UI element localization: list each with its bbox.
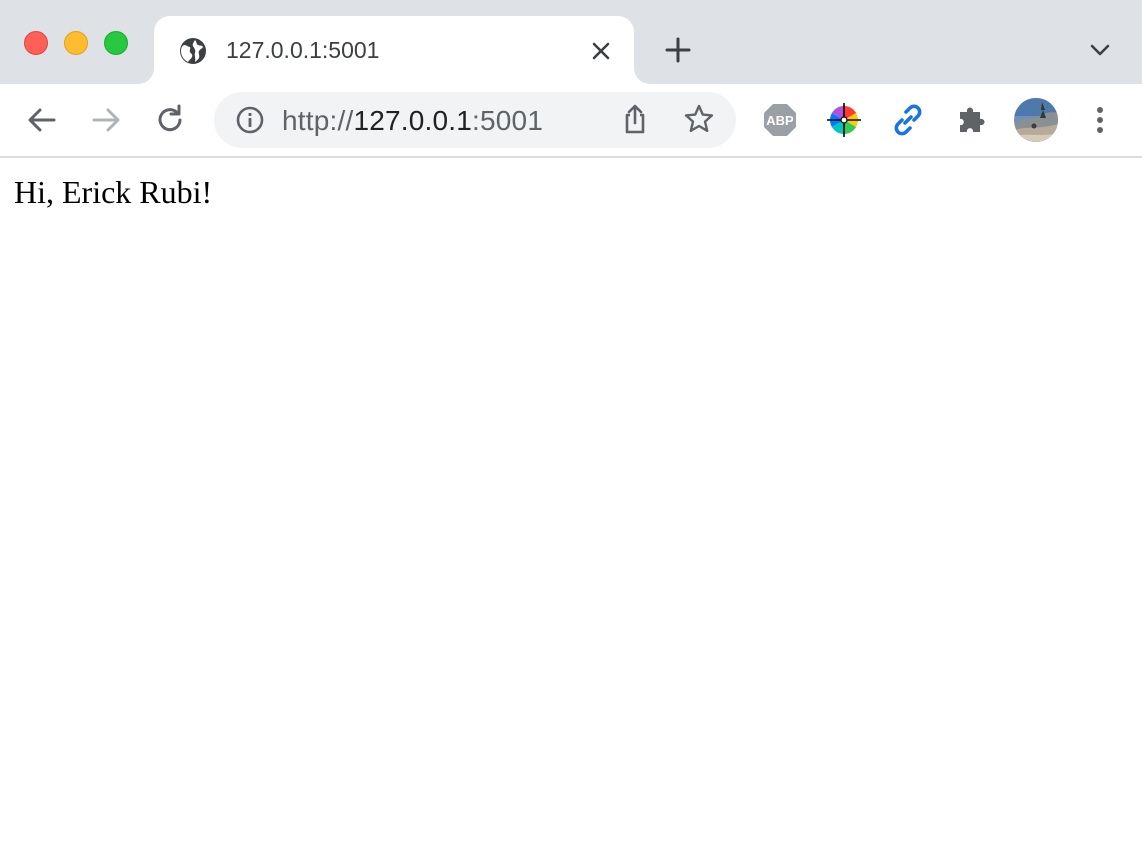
close-icon[interactable] (588, 38, 614, 64)
toolbar: http://127.0.0.1:5001 ABP (0, 84, 1142, 158)
chevron-down-icon[interactable] (1086, 36, 1114, 64)
url-scheme: http:// (282, 105, 354, 136)
avatar[interactable] (1014, 98, 1058, 142)
reload-icon[interactable] (152, 102, 188, 138)
info-icon[interactable] (234, 104, 266, 136)
puzzle-icon[interactable] (954, 102, 990, 138)
tab-active[interactable]: 127.0.0.1:5001 (154, 16, 634, 84)
tab-strip: 127.0.0.1:5001 (0, 0, 1142, 84)
url-port: :5001 (472, 105, 544, 136)
window-minimize-button[interactable] (64, 31, 88, 55)
link-icon[interactable] (890, 102, 926, 138)
page-content: Hi, Erick Rubi! (0, 158, 1142, 868)
adblock-plus-icon[interactable]: ABP (762, 102, 798, 138)
globe-icon (180, 38, 206, 64)
color-picker-icon[interactable] (826, 102, 862, 138)
address-bar[interactable]: http://127.0.0.1:5001 (214, 92, 736, 148)
greeting-text: Hi, Erick Rubi! (14, 174, 213, 210)
plus-icon[interactable] (662, 34, 694, 66)
window-close-button[interactable] (24, 31, 48, 55)
share-icon[interactable] (618, 102, 652, 136)
profile-photo (1014, 98, 1058, 142)
window-maximize-button[interactable] (104, 31, 128, 55)
adblock-label: ABP (766, 113, 794, 128)
browser-window: 127.0.0.1:5001 http://127.0.0.1:5001 ABP… (0, 0, 1142, 868)
arrow-right-icon[interactable] (88, 102, 124, 138)
kebab-menu-icon[interactable] (1082, 102, 1118, 138)
tab-title: 127.0.0.1:5001 (226, 37, 380, 63)
star-icon[interactable] (682, 102, 716, 136)
arrow-left-icon[interactable] (24, 102, 60, 138)
url-host: 127.0.0.1 (353, 105, 473, 136)
url-text[interactable]: http://127.0.0.1:5001 (282, 105, 543, 137)
